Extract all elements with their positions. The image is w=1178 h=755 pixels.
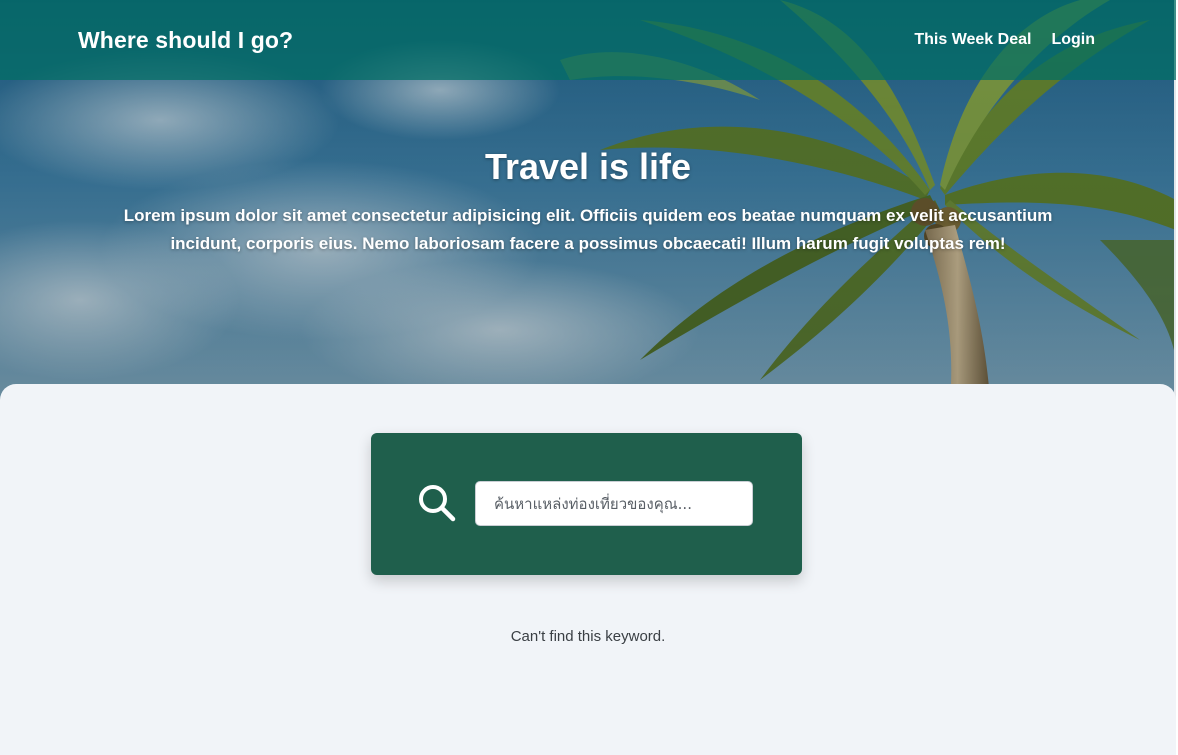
page: Where should I go? This Week Deal Login … [0,0,1176,755]
empty-result-message: Can't find this keyword. [510,628,666,645]
nav-link-login[interactable]: Login [1051,31,1095,49]
search-icon[interactable] [417,483,457,523]
navbar: Where should I go? This Week Deal Login [0,0,1176,80]
search-input[interactable] [475,481,753,526]
brand-title[interactable]: Where should I go? [78,27,293,54]
main-content: Can't find this keyword. [0,384,1176,755]
search-card [371,433,802,575]
hero-title: Travel is life [484,146,692,187]
hero-banner: Where should I go? This Week Deal Login … [0,0,1176,400]
nav-links: This Week Deal Login [914,31,1095,49]
nav-link-this-week-deal[interactable]: This Week Deal [914,31,1031,49]
hero-description: Lorem ipsum dolor sit amet consectetur a… [123,206,1053,253]
